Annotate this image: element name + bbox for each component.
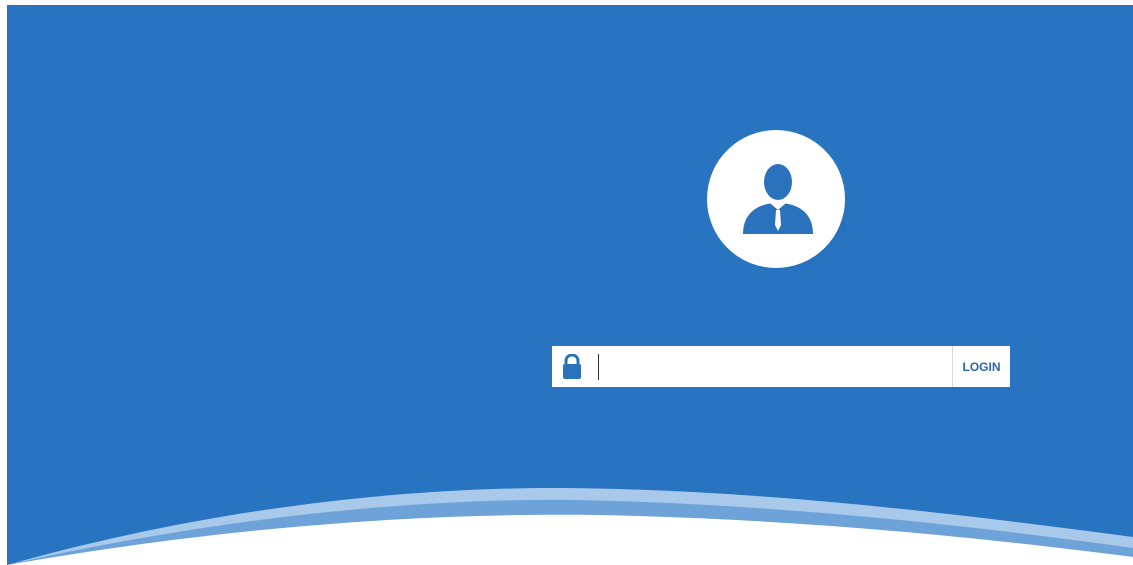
login-page: LOGIN [0, 0, 1133, 565]
password-input[interactable] [597, 346, 949, 387]
text-cursor [598, 354, 599, 380]
login-form: LOGIN [552, 346, 1010, 387]
background-panel: LOGIN [7, 5, 1133, 565]
user-avatar-icon [707, 130, 847, 270]
wave-decoration [7, 487, 1133, 565]
login-button[interactable]: LOGIN [952, 346, 1010, 387]
lock-icon [562, 354, 582, 380]
